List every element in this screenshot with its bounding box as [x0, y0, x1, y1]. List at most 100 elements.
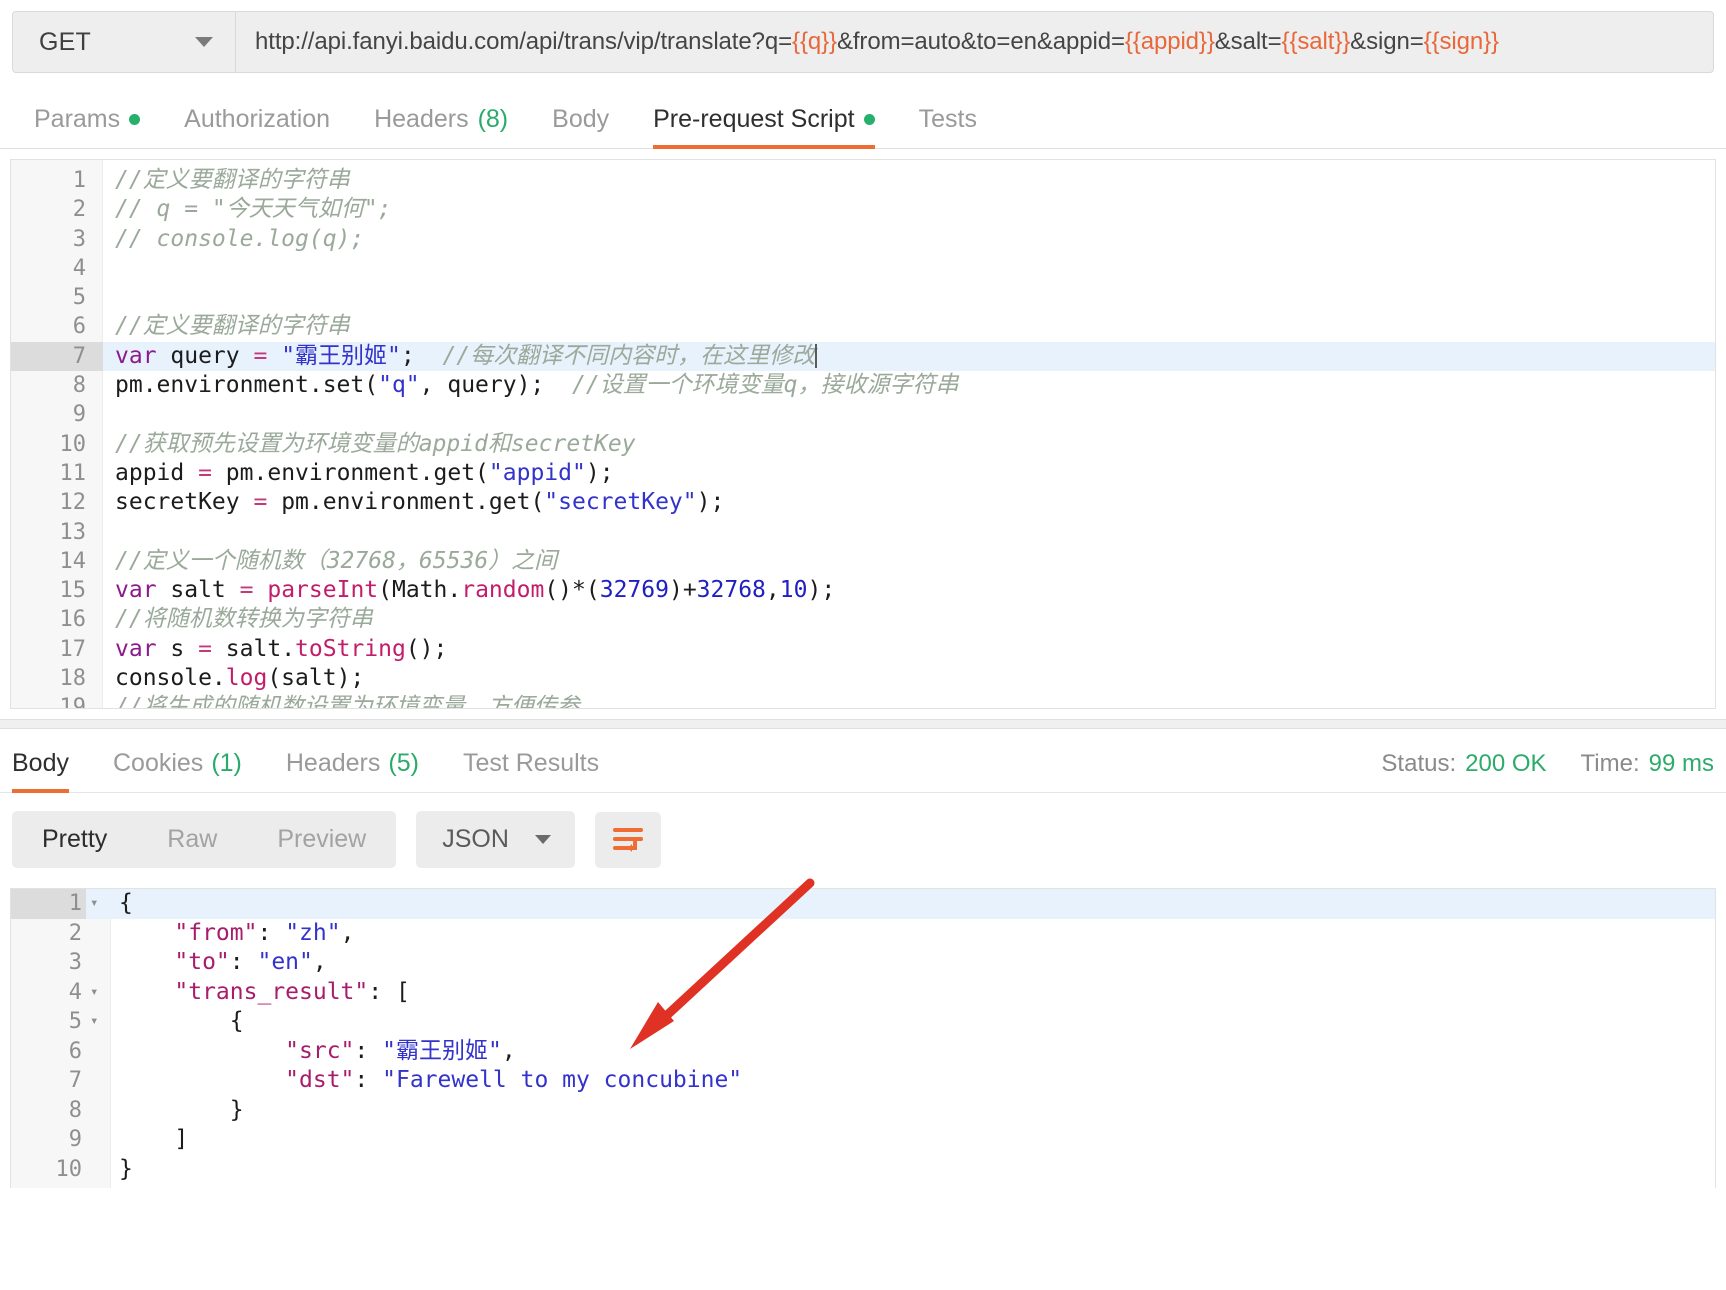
- line-number: 9: [72, 402, 86, 428]
- json-line: 9 ]: [11, 1125, 1715, 1155]
- line-text: {: [111, 889, 133, 919]
- code-token: 10: [779, 577, 808, 604]
- view-mode-pretty[interactable]: Pretty: [12, 811, 137, 868]
- view-mode-preview[interactable]: Preview: [247, 811, 396, 868]
- code-line[interactable]: 11 appid = pm.environment.get("appid");: [11, 459, 1715, 488]
- response-tab-headers[interactable]: Headers (5): [264, 749, 441, 792]
- request-tab-body[interactable]: Body: [530, 105, 631, 148]
- line-number: 8: [72, 373, 86, 399]
- code-token: // q = "今天天气如何";: [115, 196, 392, 223]
- fold-toggle-icon[interactable]: ▾: [86, 1007, 111, 1037]
- code-line[interactable]: 19 //将生成的随机数设置为环境变量，方便传参: [11, 693, 1715, 709]
- code-token: ,: [765, 577, 780, 604]
- response-tab-body[interactable]: Body: [12, 749, 91, 793]
- code-line[interactable]: 2 // q = "今天天气如何";: [11, 195, 1715, 224]
- line-text: //将随机数转换为字符串: [103, 605, 373, 634]
- code-line[interactable]: 5: [11, 283, 1715, 312]
- code-token: =: [253, 342, 268, 369]
- response-pane-divider[interactable]: [0, 719, 1726, 729]
- chevron-down-icon: [195, 37, 213, 47]
- code-line[interactable]: 8 pm.environment.set("q", query); //设置一个环…: [11, 371, 1715, 400]
- code-token: var: [115, 635, 157, 662]
- code-token: ();: [405, 635, 448, 662]
- code-token: (Math.: [378, 577, 462, 604]
- request-url-input[interactable]: http://api.fanyi.baidu.com/api/trans/vip…: [236, 12, 1713, 72]
- code-token: pm.environment.get(: [267, 489, 545, 516]
- response-tabs: Body Cookies (1) Headers (5) Test Results Sta…: [0, 729, 1726, 793]
- line-number: 16: [59, 607, 87, 633]
- line-text: console.log(salt);: [103, 664, 364, 693]
- line-number: 8: [68, 1097, 82, 1123]
- response-tab-cookies[interactable]: Cookies (1): [91, 749, 264, 792]
- code-line[interactable]: 15 var salt = parseInt(Math.random()*(327…: [11, 576, 1715, 605]
- request-tabs: Params Authorization Headers (8) Body Pre-req…: [0, 89, 1726, 149]
- code-token: =: [198, 635, 212, 662]
- code-token: //将生成的随机数设置为环境变量，方便传参: [115, 694, 580, 709]
- code-token: 32769: [599, 577, 669, 604]
- json-token: "dst": [285, 1067, 355, 1093]
- json-token: "src": [285, 1037, 355, 1064]
- request-tab-tests[interactable]: Tests: [897, 105, 999, 148]
- fold-toggle-icon[interactable]: ▾: [86, 978, 111, 1008]
- postman-window: GET http://api.fanyi.baidu.com/api/trans…: [0, 11, 1726, 1290]
- code-line[interactable]: 4: [11, 254, 1715, 283]
- line-text: //将生成的随机数设置为环境变量，方便传参: [103, 693, 580, 709]
- tab-status-dot-icon: [129, 114, 141, 125]
- line-text: secretKey = pm.environment.get("secretKe…: [103, 488, 724, 517]
- code-token: pm.environment.set(: [115, 372, 379, 399]
- text-cursor: [815, 343, 818, 368]
- json-token: "to": [174, 949, 230, 975]
- http-method-label: GET: [39, 27, 91, 56]
- word-wrap-button[interactable]: [594, 811, 661, 868]
- code-line[interactable]: 10 //获取预先设置为环境变量的appid和secretKey: [11, 430, 1715, 459]
- response-body-viewer[interactable]: 1 ▾{2 "from": "zh", 3 "to": "en", 4 ▾ "trans…: [10, 888, 1716, 1188]
- pre-request-script-editor[interactable]: 1 //定义要翻译的字符串 2 // q = "今天天气如何"; 3 // console…: [10, 159, 1716, 709]
- tab-count-badge: (8): [477, 105, 509, 133]
- line-number: 9: [68, 1127, 82, 1152]
- code-token: pm.environment.get(: [211, 459, 489, 486]
- request-tab-headers[interactable]: Headers (8): [352, 105, 530, 148]
- code-line[interactable]: 6 //定义要翻译的字符串: [11, 312, 1715, 341]
- code-line[interactable]: 1 //定义要翻译的字符串: [11, 166, 1715, 195]
- code-line[interactable]: 3 // console.log(q);: [11, 225, 1715, 254]
- request-tab-authorization[interactable]: Authorization: [162, 105, 352, 148]
- time-group: Time: 99 ms: [1581, 750, 1714, 778]
- line-number: 10: [59, 431, 87, 457]
- line-number: 1: [11, 889, 86, 919]
- line-text: "to": "en",: [111, 948, 326, 978]
- code-line[interactable]: 14 //定义一个随机数（32768，65536）之间: [11, 547, 1715, 576]
- url-variable: {{q}}: [792, 28, 837, 55]
- response-tab-test-results[interactable]: Test Results: [441, 749, 621, 792]
- code-token: //定义要翻译的字符串: [115, 167, 350, 193]
- json-token: }: [119, 1155, 133, 1182]
- line-number: 5: [72, 285, 86, 311]
- code-line[interactable]: 9: [11, 400, 1715, 429]
- code-token: query: [156, 342, 254, 369]
- editor-code[interactable]: 1 //定义要翻译的字符串 2 // q = "今天天气如何"; 3 // console…: [11, 160, 1715, 709]
- code-token: appid: [115, 459, 199, 486]
- code-line[interactable]: 18 console.log(salt);: [11, 664, 1715, 693]
- code-line[interactable]: 17 var s = salt.toString();: [11, 635, 1715, 664]
- fold-toggle-icon[interactable]: ▾: [86, 889, 111, 919]
- line-text: "trans_result": [: [111, 978, 409, 1008]
- code-line[interactable]: 16 //将随机数转换为字符串: [11, 605, 1715, 634]
- code-line[interactable]: 12 secretKey = pm.environment.get("secret…: [11, 488, 1715, 517]
- json-token: :: [354, 1037, 383, 1064]
- body-format-select[interactable]: JSON: [416, 811, 575, 868]
- line-text: var salt = parseInt(Math.random()*(32769…: [103, 576, 835, 605]
- json-line: 2 "from": "zh",: [11, 919, 1715, 949]
- http-method-select[interactable]: GET: [13, 12, 236, 72]
- request-tab-pre-request-script[interactable]: Pre-request Script: [631, 105, 896, 149]
- tab-label: Headers: [285, 749, 381, 777]
- request-tab-params[interactable]: Params: [12, 105, 162, 148]
- tab-count-badge: (5): [388, 749, 419, 777]
- json-line: 10}: [11, 1155, 1715, 1185]
- code-line[interactable]: 7 var query = "霸王别姬"; //每次翻译不同内容时，在这里修改: [11, 341, 1715, 372]
- view-mode-raw[interactable]: Raw: [137, 811, 247, 868]
- json-token: "en": [257, 949, 313, 975]
- tab-label: Body: [12, 749, 69, 777]
- code-line[interactable]: 13: [11, 518, 1715, 547]
